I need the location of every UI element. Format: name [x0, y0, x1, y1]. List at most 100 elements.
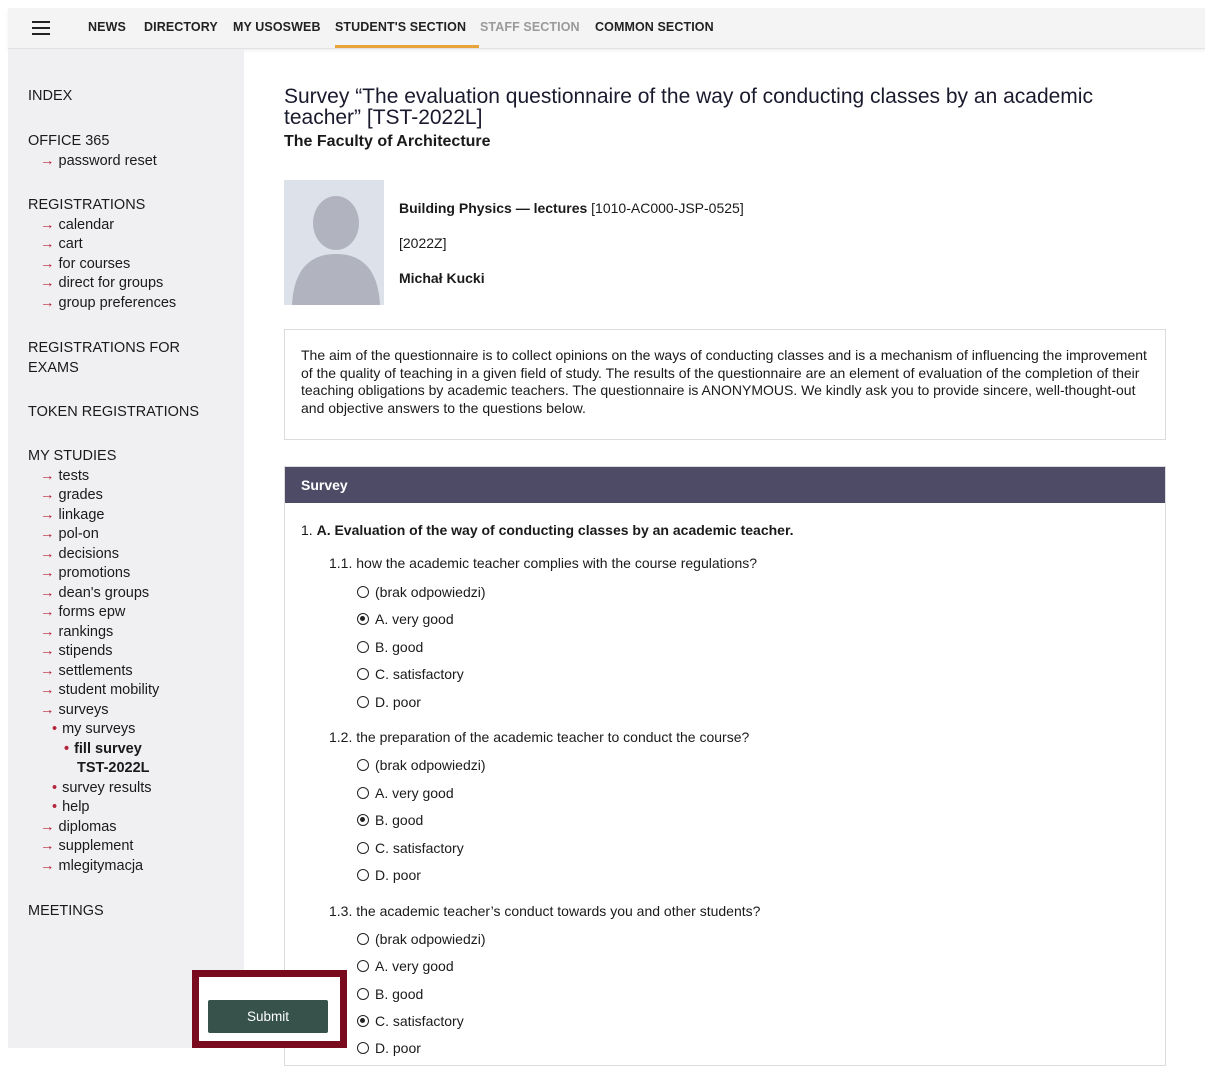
- course-title[interactable]: Building Physics — lectures: [399, 200, 587, 216]
- nav-my-usosweb[interactable]: MY USOSWEB: [233, 20, 321, 34]
- radio-button[interactable]: [357, 641, 369, 653]
- arrow-right-icon: →: [40, 467, 55, 484]
- teacher-photo-placeholder: [284, 180, 384, 305]
- sidebar-item-supplement[interactable]: → supplement: [28, 837, 159, 857]
- arrow-right-icon: →: [40, 152, 55, 169]
- teacher-name[interactable]: Michał Kucki: [399, 270, 999, 305]
- bullet-icon: •: [52, 799, 58, 815]
- arrow-right-icon: →: [40, 643, 55, 659]
- radio-button[interactable]: [357, 586, 369, 598]
- sidebar-item-diplomas[interactable]: → diplomas: [28, 818, 159, 838]
- sidebar-item-direct-for-groups[interactable]: → direct for groups: [28, 274, 176, 294]
- arrow-right-icon: →: [40, 275, 55, 291]
- sidebar-item-my-surveys[interactable]: • my surveys: [28, 720, 159, 740]
- radio-button-checked[interactable]: [357, 613, 369, 625]
- sidebar-registrations[interactable]: REGISTRATIONS: [28, 196, 176, 216]
- survey-panel: Survey 1. A. Evaluation of the way of co…: [284, 466, 1166, 1066]
- sidebar-item-cart[interactable]: → cart: [28, 235, 176, 255]
- q2-option-very-good[interactable]: A. very good: [357, 785, 454, 801]
- sidebar-item-fill-survey[interactable]: • fill survey: [28, 740, 159, 760]
- radio-button-checked[interactable]: [357, 1015, 369, 1027]
- sidebar-item-mlegitymacja[interactable]: → mlegitymacja: [28, 857, 159, 877]
- sidebar-item-password-reset[interactable]: → password reset: [28, 152, 157, 172]
- q3-option-good[interactable]: B. good: [357, 986, 423, 1002]
- course-code: [1010-AC000-JSP-0525]: [591, 200, 744, 216]
- sidebar-item-student-mobility[interactable]: → student mobility: [28, 681, 159, 701]
- sidebar-item-surveys[interactable]: → surveys: [28, 701, 159, 721]
- sidebar-item-fill-survey-code[interactable]: TST-2022L: [28, 759, 159, 779]
- arrow-right-icon: →: [40, 545, 55, 562]
- radio-button[interactable]: [357, 696, 369, 708]
- radio-button[interactable]: [357, 1042, 369, 1054]
- q3-option-poor[interactable]: D. poor: [357, 1040, 421, 1056]
- submit-button[interactable]: Submit: [208, 1000, 328, 1033]
- sidebar-item-deans-groups[interactable]: → dean's groups: [28, 584, 159, 604]
- sidebar-item-promotions[interactable]: → promotions: [28, 564, 159, 584]
- arrow-right-icon: →: [40, 701, 55, 718]
- survey-info: The aim of the questionnaire is to colle…: [284, 329, 1166, 440]
- sidebar: INDEX OFFICE 365 → password reset REGISTR…: [8, 49, 244, 1048]
- sidebar-item-for-courses[interactable]: → for courses: [28, 255, 176, 275]
- sidebar-item-stipends[interactable]: → stipends: [28, 642, 159, 662]
- radio-button[interactable]: [357, 759, 369, 771]
- radio-button[interactable]: [357, 668, 369, 680]
- radio-button[interactable]: [357, 842, 369, 854]
- nav-common-section[interactable]: COMMON SECTION: [595, 20, 714, 34]
- nav-students-section[interactable]: STUDENT'S SECTION: [335, 20, 466, 34]
- top-navigation: NEWS DIRECTORY MY USOSWEB STUDENT'S SECT…: [8, 8, 1205, 49]
- survey-section-title: 1. A. Evaluation of the way of conductin…: [301, 522, 794, 538]
- q1-option-no-answer[interactable]: (brak odpowiedzi): [357, 584, 486, 600]
- q1-option-very-good[interactable]: A. very good: [357, 611, 454, 627]
- active-tab-indicator: [335, 45, 479, 48]
- q1-option-satisfactory[interactable]: C. satisfactory: [357, 666, 464, 682]
- q2-option-no-answer[interactable]: (brak odpowiedzi): [357, 757, 486, 773]
- arrow-right-icon: →: [40, 216, 55, 233]
- course-name: Building Physics — lectures [1010-AC000-…: [399, 200, 999, 235]
- arrow-right-icon: →: [40, 236, 55, 252]
- arrow-right-icon: →: [40, 682, 55, 698]
- arrow-right-icon: →: [40, 623, 55, 640]
- sidebar-item-settlements[interactable]: → settlements: [28, 662, 159, 682]
- page-header: Survey “The evaluation questionnaire of …: [284, 86, 1167, 151]
- q3-option-very-good[interactable]: A. very good: [357, 958, 454, 974]
- q1-option-good[interactable]: B. good: [357, 639, 423, 655]
- sidebar-item-linkage[interactable]: → linkage: [28, 506, 159, 526]
- sidebar-office-365[interactable]: OFFICE 365: [28, 132, 157, 152]
- q2-option-good[interactable]: B. good: [357, 812, 423, 828]
- sidebar-item-help[interactable]: • help: [28, 798, 159, 818]
- arrow-right-icon: →: [40, 838, 55, 854]
- sidebar-item-group-preferences[interactable]: → group preferences: [28, 294, 176, 314]
- sidebar-item-rankings[interactable]: → rankings: [28, 623, 159, 643]
- nav-news[interactable]: NEWS: [88, 20, 126, 34]
- sidebar-index[interactable]: INDEX: [28, 87, 72, 107]
- q3-option-satisfactory[interactable]: C. satisfactory: [357, 1013, 464, 1029]
- sidebar-meetings[interactable]: MEETINGS: [28, 902, 104, 922]
- sidebar-item-forms-epw[interactable]: → forms epw: [28, 603, 159, 623]
- sidebar-item-survey-results[interactable]: • survey results: [28, 779, 159, 799]
- sidebar-my-studies[interactable]: MY STUDIES: [28, 447, 159, 467]
- radio-button[interactable]: [357, 988, 369, 1000]
- q2-option-satisfactory[interactable]: C. satisfactory: [357, 840, 464, 856]
- q2-option-poor[interactable]: D. poor: [357, 867, 421, 883]
- sidebar-item-calendar[interactable]: → calendar: [28, 216, 176, 236]
- nav-directory[interactable]: DIRECTORY: [144, 20, 218, 34]
- sidebar-item-decisions[interactable]: → decisions: [28, 545, 159, 565]
- avatar-icon: [284, 180, 384, 305]
- radio-button[interactable]: [357, 787, 369, 799]
- radio-button[interactable]: [357, 933, 369, 945]
- sidebar-item-tests[interactable]: → tests: [28, 467, 159, 487]
- arrow-right-icon: →: [40, 565, 55, 581]
- q3-option-no-answer[interactable]: (brak odpowiedzi): [357, 931, 486, 947]
- sidebar-item-grades[interactable]: → grades: [28, 486, 159, 506]
- sidebar-item-pol-on[interactable]: → pol-on: [28, 525, 159, 545]
- sidebar-registrations-for-exams[interactable]: REGISTRATIONS FOR EXAMS: [28, 339, 180, 378]
- radio-button-checked[interactable]: [357, 814, 369, 826]
- arrow-right-icon: →: [40, 506, 55, 523]
- q1-option-poor[interactable]: D. poor: [357, 694, 421, 710]
- arrow-right-icon: →: [40, 526, 55, 542]
- sidebar-token-registrations[interactable]: TOKEN REGISTRATIONS: [28, 403, 199, 423]
- radio-button[interactable]: [357, 960, 369, 972]
- menu-icon[interactable]: [32, 21, 50, 35]
- survey-header: Survey: [285, 467, 1165, 503]
- radio-button[interactable]: [357, 869, 369, 881]
